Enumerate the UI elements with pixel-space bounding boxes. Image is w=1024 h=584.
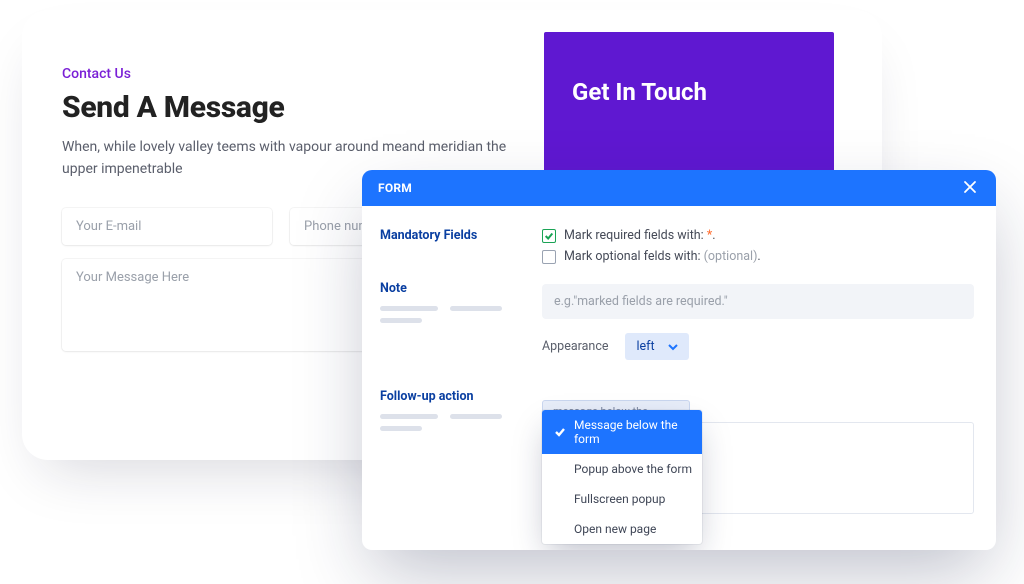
followup-option[interactable]: Fullscreen popup <box>542 484 702 514</box>
form-settings-modal: FORM Mandatory Fields Note Follow-up act… <box>362 170 996 550</box>
followup-option[interactable]: Message below the form <box>542 410 702 454</box>
required-checkbox[interactable] <box>542 229 556 243</box>
appearance-row: Appearance left <box>542 333 974 360</box>
get-in-touch-heading: Get In Touch <box>572 78 806 106</box>
required-label: Mark required fields with: *. <box>564 228 716 243</box>
sidebar-label-followup: Follow-up action <box>380 389 532 404</box>
close-button[interactable] <box>962 179 980 197</box>
sidebar-section-note: Note <box>380 281 532 323</box>
placeholder-lines <box>380 414 532 431</box>
check-icon <box>554 426 566 438</box>
sidebar-section-mandatory: Mandatory Fields <box>380 228 532 253</box>
modal-title: FORM <box>378 181 412 195</box>
required-fields-row[interactable]: Mark required fields with: *. <box>542 228 974 243</box>
followup-option[interactable]: Popup above the form <box>542 454 702 484</box>
optional-fields-row[interactable]: Mark optional felds with: (optional). <box>542 249 974 264</box>
note-input[interactable] <box>542 284 974 319</box>
email-field[interactable] <box>62 208 272 245</box>
modal-header: FORM <box>362 170 996 206</box>
placeholder-lines <box>380 306 532 323</box>
appearance-value: left <box>637 339 655 354</box>
followup-area: message below the form Message below the… <box>542 400 974 518</box>
sidebar-label-note: Note <box>380 281 532 296</box>
appearance-label: Appearance <box>542 339 609 354</box>
optional-checkbox[interactable] <box>542 250 556 264</box>
asterisk-icon: * <box>707 228 712 243</box>
appearance-select[interactable]: left <box>625 333 689 360</box>
modal-sidebar: Mandatory Fields Note Follow-up action <box>380 228 532 528</box>
modal-content: Mark required fields with: *. Mark optio… <box>542 228 974 528</box>
chevron-down-icon <box>667 341 679 353</box>
sidebar-section-followup: Follow-up action <box>380 389 532 431</box>
close-icon <box>962 179 978 195</box>
check-icon <box>544 231 554 241</box>
followup-dropdown: Message below the form Popup above the f… <box>542 410 702 544</box>
optional-label: Mark optional felds with: (optional). <box>564 249 761 264</box>
followup-option[interactable]: Open new page <box>542 514 702 544</box>
sidebar-label-mandatory: Mandatory Fields <box>380 228 532 243</box>
